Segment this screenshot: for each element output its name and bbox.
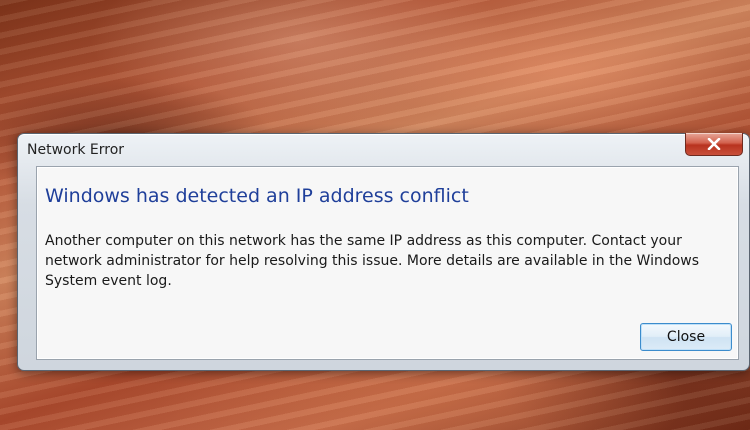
title-close-button[interactable] [685, 133, 743, 156]
dialog-content: Windows has detected an IP address confl… [36, 166, 739, 360]
message-text: Another computer on this network has the… [45, 233, 700, 289]
close-x-icon [707, 138, 721, 150]
close-button[interactable]: Close [640, 323, 732, 351]
dialog-title: Network Error [27, 142, 125, 158]
main-instruction: Windows has detected an IP address confl… [45, 185, 469, 207]
network-error-dialog: Network Error Windows has detected an IP… [17, 133, 750, 371]
